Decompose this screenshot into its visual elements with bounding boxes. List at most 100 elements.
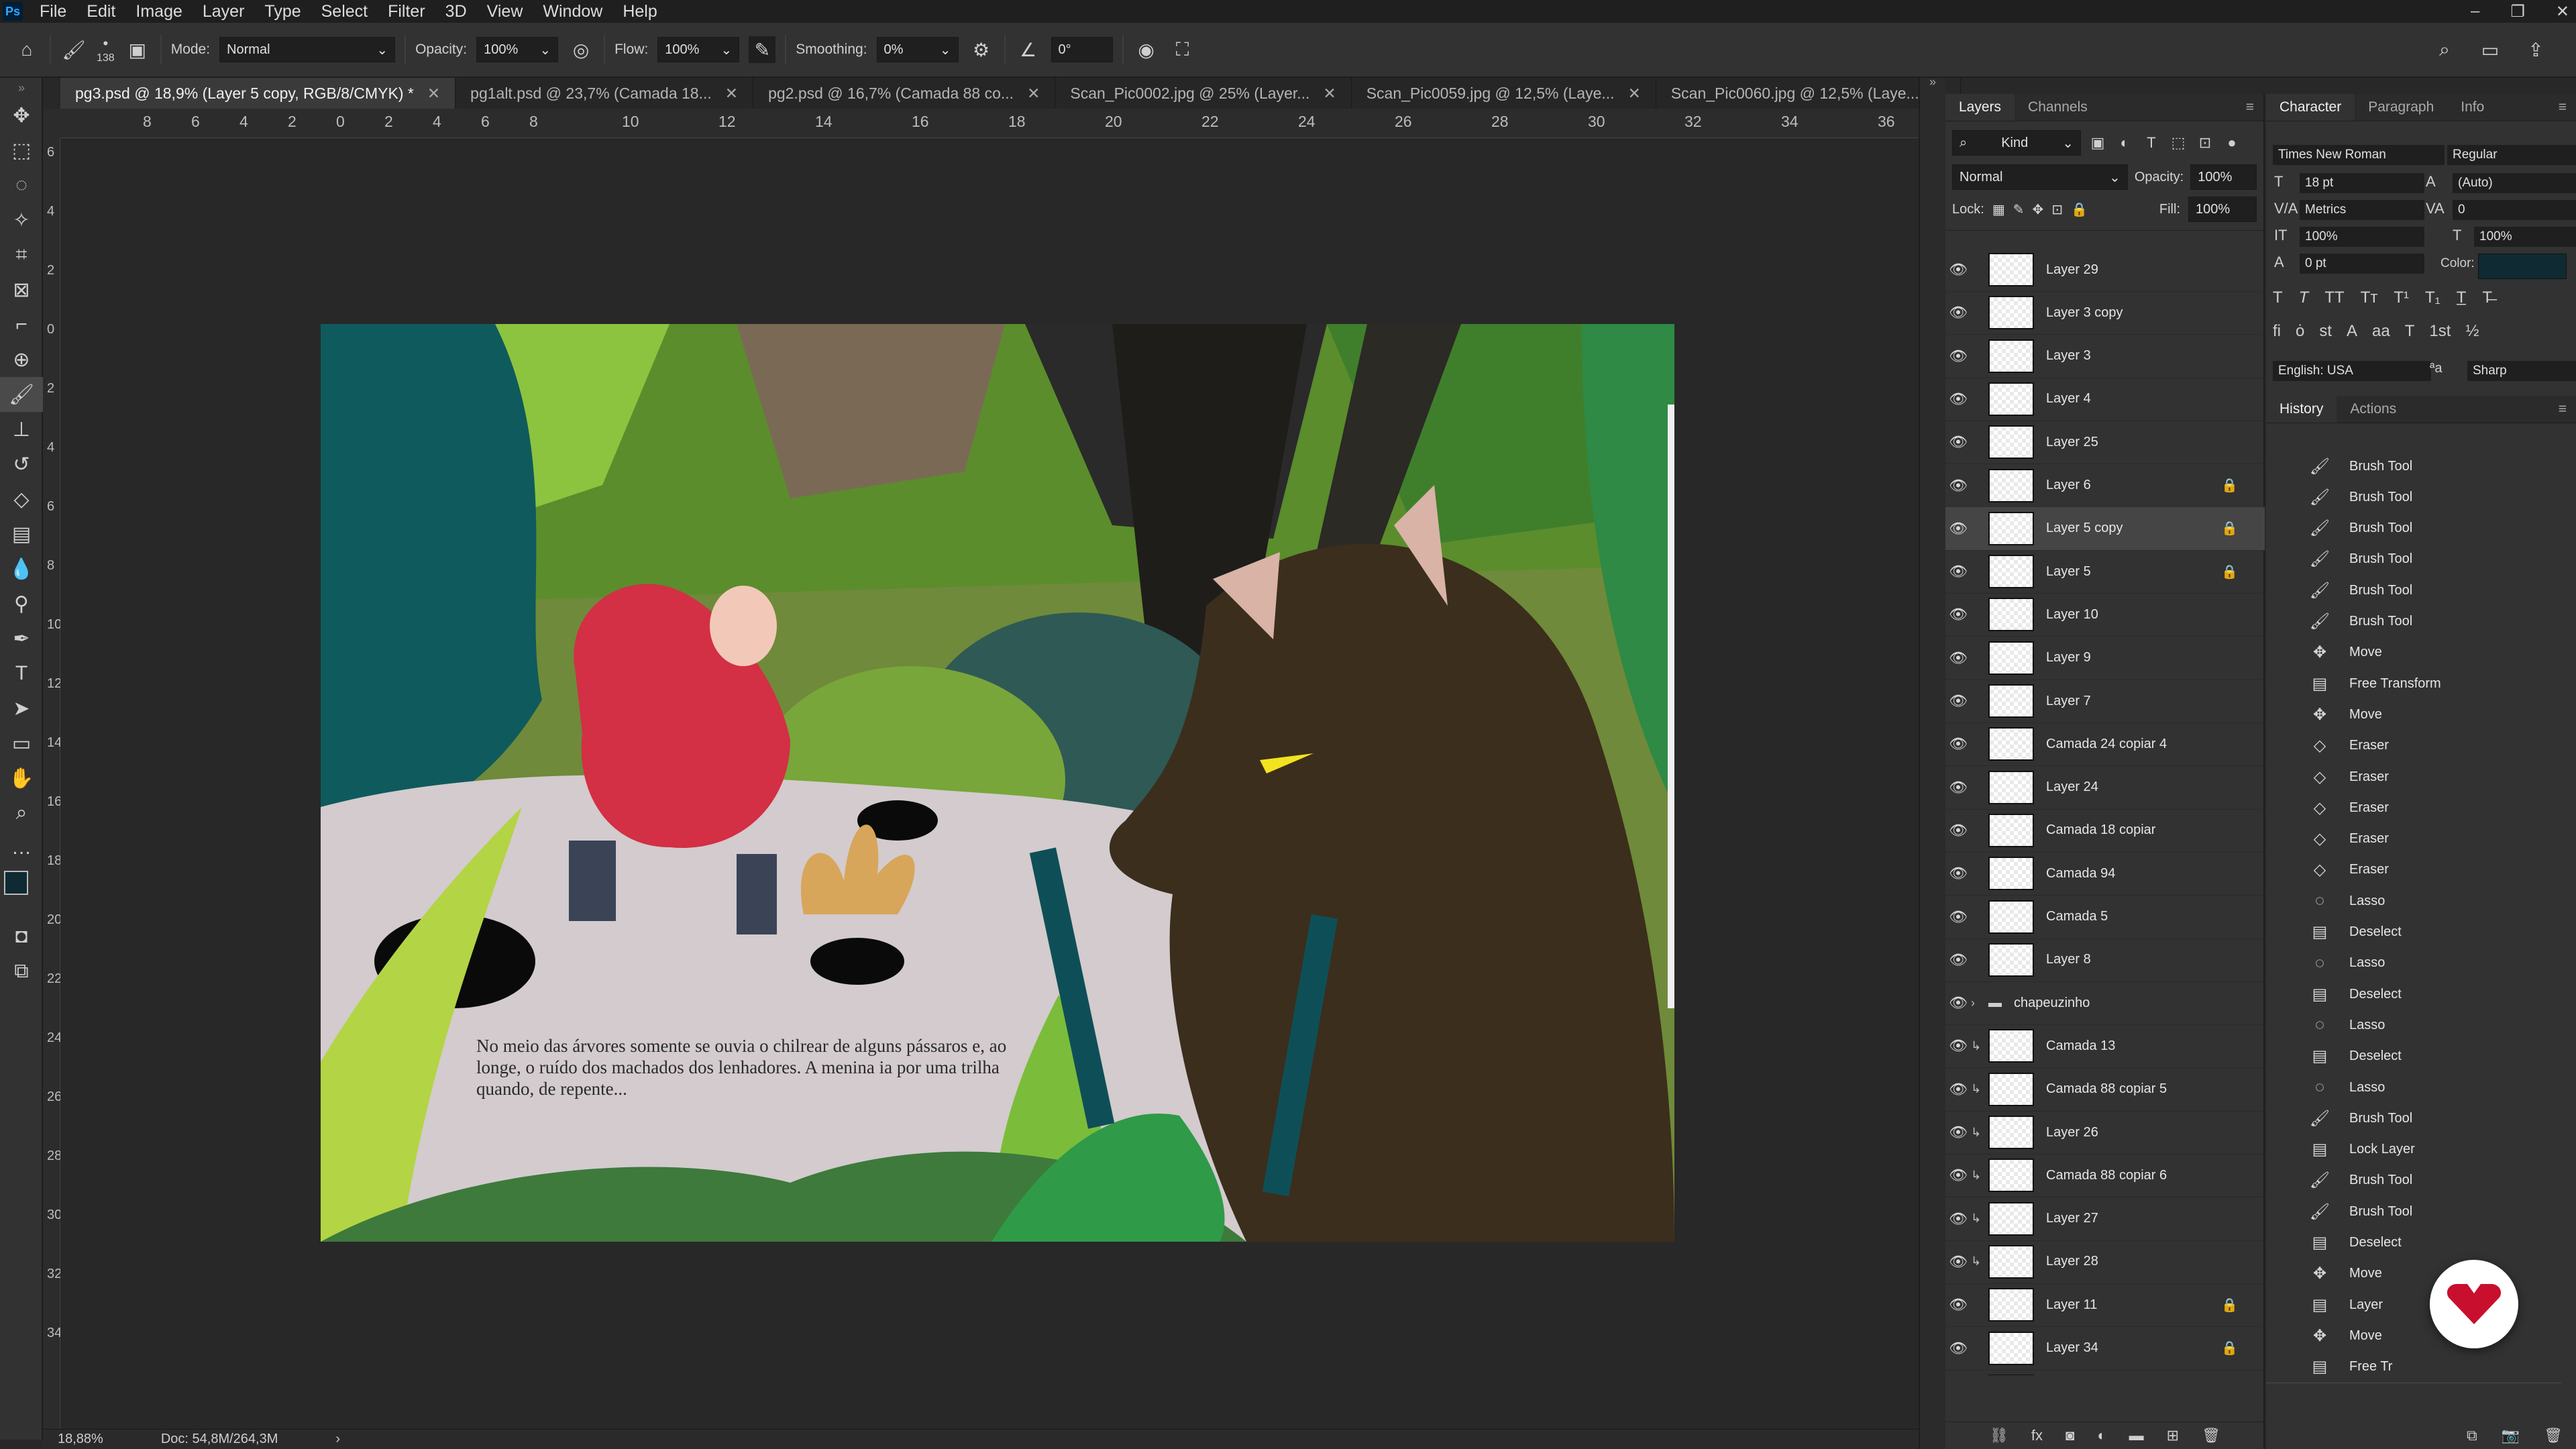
visibility-eye-icon[interactable]: 👁	[1945, 649, 1971, 667]
link-layers-icon[interactable]: ⛓	[1990, 1427, 2008, 1444]
visibility-eye-icon[interactable]: 👁	[1945, 779, 1971, 796]
layer-row[interactable]: 👁 Camada 5	[1945, 896, 2265, 939]
layer-name[interactable]: Layer 7	[2046, 694, 2091, 709]
layer-thumbnail[interactable]	[1988, 1201, 2034, 1236]
layer-name[interactable]: Camada 18 copiar	[2046, 822, 2155, 838]
layer-row[interactable]: 👁 Layer 10	[1945, 593, 2265, 637]
tab-channels[interactable]: Channels	[2015, 94, 2101, 121]
visibility-eye-icon[interactable]: 👁	[1945, 606, 1971, 623]
eraser-tool-icon[interactable]: ◇	[0, 482, 43, 517]
history-state[interactable]: ◇ Eraser	[2266, 731, 2561, 761]
home-icon[interactable]: ⌂	[13, 36, 40, 63]
close-icon[interactable]: ✕	[1628, 85, 1641, 103]
opacity-field[interactable]: 100% ⌄	[476, 37, 559, 62]
layer-row[interactable]: 👁 ↳ Camada 88 copiar 5	[1945, 1068, 2265, 1112]
add-mask-icon[interactable]: ◙	[2065, 1427, 2074, 1444]
layer-row[interactable]: 👁 ↳ Layer 27	[1945, 1197, 2265, 1241]
tab-scan-pic0059[interactable]: Scan_Pic0059.jpg @ 12,5% (Laye... ✕	[1352, 78, 1656, 109]
filter-toggle-icon[interactable]: ●	[2222, 129, 2242, 156]
history-state[interactable]: ▤ Deselect	[2266, 1228, 2561, 1258]
brush-preset-icon[interactable]: 🖌	[60, 36, 87, 63]
tab-info[interactable]: Info	[2447, 94, 2498, 121]
baseline-shift-field[interactable]: 0 pt	[2300, 254, 2424, 274]
history-state[interactable]: ◇ Eraser	[2266, 855, 2561, 885]
history-state[interactable]: ▤ Deselect	[2266, 917, 2561, 948]
flow-field[interactable]: 100% ⌄	[657, 37, 740, 62]
tab-paragraph[interactable]: Paragraph	[2355, 94, 2447, 121]
layer-thumbnail[interactable]	[1988, 382, 2034, 416]
layer-thumbnail[interactable]	[1988, 468, 2034, 502]
language-select[interactable]: English: USA	[2273, 361, 2431, 381]
history-state[interactable]: 🖌 Brush Tool	[2266, 513, 2561, 544]
toolbar-collapse-icon[interactable]: »	[0, 78, 43, 98]
history-state[interactable]: ▤ Lock Layer	[2266, 1134, 2561, 1165]
text-color-swatch[interactable]	[2478, 254, 2567, 279]
history-state[interactable]: ◌ Lasso	[2266, 948, 2561, 979]
layer-row[interactable]: 👁 Layer 34 🔒	[1945, 1327, 2265, 1371]
lasso-tool-icon[interactable]: ◌	[0, 168, 43, 203]
history-state[interactable]: ✥ Move	[2266, 699, 2561, 730]
small-caps-icon[interactable]: Tт	[2361, 288, 2378, 307]
layer-row[interactable]: 👁 Layer 29	[1945, 248, 2265, 292]
document-artwork[interactable]	[321, 324, 1674, 1242]
layer-name[interactable]: Layer 3 copy	[2046, 305, 2123, 321]
history-brush-tool-icon[interactable]: ↺	[0, 447, 43, 482]
visibility-eye-icon[interactable]: 👁	[1945, 994, 1971, 1012]
layer-row[interactable]: 👁 Layer 3	[1945, 335, 2265, 378]
angle-field[interactable]: 0°	[1051, 37, 1113, 62]
history-state[interactable]: 🖌 Brush Tool	[2266, 1103, 2561, 1134]
visibility-eye-icon[interactable]: 👁	[1945, 865, 1971, 882]
layer-name[interactable]: Layer 3	[2046, 348, 2091, 364]
layer-thumbnail[interactable]	[1988, 1244, 2034, 1279]
history-state[interactable]: ▤ Free Transform	[2266, 668, 2561, 699]
layer-thumbnail[interactable]	[1988, 900, 2034, 934]
minimize-icon[interactable]: –	[2471, 2, 2479, 21]
visibility-eye-icon[interactable]: 👁	[1945, 520, 1971, 537]
brush-tool-icon[interactable]: 🖌	[0, 377, 43, 412]
layer-name[interactable]: Layer 29	[2046, 262, 2098, 278]
menu-view[interactable]: View	[477, 2, 533, 21]
tab-scan-pic0060[interactable]: Scan_Pic0060.jpg @ 12,5% (Laye...✕	[1656, 78, 1961, 109]
lock-artboard-icon[interactable]: ⊡	[2051, 201, 2063, 218]
new-layer-icon[interactable]: ⊞	[2167, 1427, 2179, 1444]
font-size-field[interactable]: 18 pt	[2300, 173, 2424, 193]
layer-row[interactable]: 👁 Layer 9	[1945, 637, 2265, 680]
new-group-icon[interactable]: ▬	[2129, 1427, 2144, 1444]
layer-thumbnail[interactable]	[1988, 1029, 2034, 1063]
search-icon[interactable]: ⌕	[2431, 36, 2458, 63]
symmetry-icon[interactable]: ⛶	[1169, 36, 1196, 63]
zoom-tool-icon[interactable]: ⌕	[0, 796, 43, 830]
tab-pg3[interactable]: pg3.psd @ 18,9% (Layer 5 copy, RGB/8/CMY…	[60, 78, 456, 109]
eyedropper-tool-icon[interactable]: ⌐	[0, 307, 43, 342]
frame-tool-icon[interactable]: ⊠	[0, 272, 43, 307]
rectangle-tool-icon[interactable]: ▭	[0, 726, 43, 761]
layer-row[interactable]: 👁 Layer 11 🔒	[1945, 1283, 2265, 1328]
history-state[interactable]: 🖌 Brush Tool	[2266, 482, 2561, 513]
font-style-select[interactable]: Regular	[2447, 145, 2576, 165]
color-swatches[interactable]	[0, 865, 42, 919]
tab-pg2[interactable]: pg2.psd @ 16,7% (Camada 88 co... ✕	[753, 78, 1056, 109]
titling-alt-icon[interactable]: aa	[2372, 322, 2390, 341]
path-select-tool-icon[interactable]: ➤	[0, 691, 43, 726]
swash-icon[interactable]: st	[2319, 322, 2332, 341]
antialias-select[interactable]: Sharp	[2467, 361, 2576, 381]
layer-name[interactable]: Layer 5	[2046, 564, 2091, 580]
layer-row[interactable]: 👁 Camada 18 copiar	[1945, 809, 2265, 853]
layer-name[interactable]: Layer 34	[2046, 1340, 2098, 1356]
visibility-eye-icon[interactable]: 👁	[1945, 304, 1971, 321]
visibility-eye-icon[interactable]: 👁	[1945, 908, 1971, 926]
visibility-eye-icon[interactable]: 👁	[1945, 261, 1971, 278]
mode-select[interactable]: Normal ⌄	[219, 37, 396, 62]
visibility-eye-icon[interactable]: 👁	[1945, 1081, 1971, 1098]
marquee-tool-icon[interactable]: ⬚	[0, 133, 43, 168]
ordinals-icon[interactable]: T	[2405, 322, 2415, 341]
lock-all-icon[interactable]: 🔒	[2071, 201, 2088, 218]
history-state[interactable]: 🖌 Brush Tool	[2266, 1196, 2561, 1227]
visibility-eye-icon[interactable]: 👁	[1945, 563, 1971, 580]
pressure-size-icon[interactable]: ◉	[1133, 36, 1160, 63]
layer-name[interactable]: Layer 8	[2046, 952, 2091, 967]
history-state[interactable]: 🖌 Brush Tool	[2266, 575, 2561, 606]
font-family-select[interactable]: Times New Roman	[2273, 145, 2445, 165]
layer-thumbnail[interactable]	[1988, 641, 2034, 675]
visibility-eye-icon[interactable]: 👁	[1945, 1340, 1971, 1357]
